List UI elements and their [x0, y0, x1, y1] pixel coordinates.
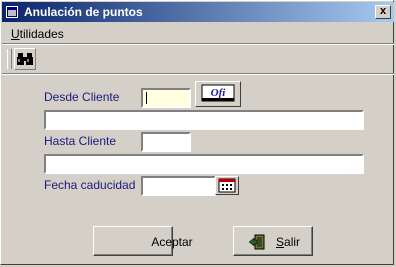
close-button[interactable]: x — [375, 5, 391, 19]
toolbar-separator — [2, 73, 394, 75]
fecha-caducidad-input[interactable] — [141, 176, 216, 196]
exit-door-icon — [248, 234, 265, 250]
ofi-button[interactable]: Ofi — [195, 81, 241, 107]
menu-utilidades-accesskey: U — [11, 27, 20, 41]
title-bar[interactable]: Anulación de puntos x — [2, 2, 394, 22]
calendar-icon — [218, 178, 236, 193]
menu-utilidades-rest: tilidades — [19, 27, 64, 41]
app-icon — [6, 6, 18, 18]
desde-cliente-input[interactable] — [141, 88, 191, 108]
desde-cliente-name-field[interactable] — [44, 110, 364, 130]
exit-button[interactable]: Salir — [233, 226, 313, 256]
ofi-icon: Ofi — [201, 84, 235, 102]
window-title: Anulación de puntos — [24, 5, 143, 19]
dialog-window: Anulación de puntos x Utilidades Desde C… — [0, 0, 394, 265]
calendar-button[interactable] — [215, 176, 239, 195]
toolbar-grip[interactable] — [7, 49, 12, 69]
accept-button[interactable]: Aceptar — [93, 226, 193, 256]
exit-accesskey: S — [276, 235, 285, 249]
search-button[interactable] — [14, 48, 36, 70]
close-icon: x — [379, 5, 387, 17]
exit-button-label: Salir — [276, 235, 300, 249]
desde-cliente-label: Desde Cliente — [44, 90, 120, 104]
exit-button-label-rest: alir — [284, 235, 301, 249]
text-caret — [146, 92, 147, 104]
menu-bar: Utilidades — [2, 23, 394, 43]
hasta-cliente-input[interactable] — [141, 132, 191, 152]
toolbar — [2, 46, 394, 72]
ofi-button-label: Ofi — [211, 87, 227, 99]
fecha-caducidad-label: Fecha caducidad — [44, 178, 136, 192]
menu-utilidades[interactable]: Utilidades — [11, 27, 64, 41]
hasta-cliente-name-field[interactable] — [44, 154, 364, 174]
menu-separator — [2, 43, 394, 45]
hasta-cliente-label: Hasta Cliente — [44, 134, 117, 148]
binoculars-icon — [17, 53, 33, 65]
accept-button-label: Aceptar — [151, 235, 193, 249]
